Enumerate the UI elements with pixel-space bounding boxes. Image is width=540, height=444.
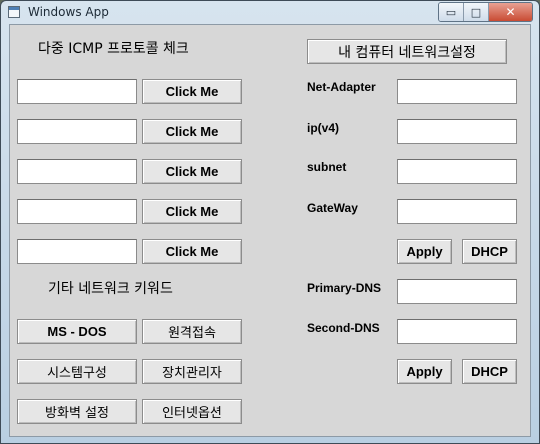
click-me-button-2[interactable]: Click Me	[142, 119, 242, 144]
icmp-target-input-3[interactable]	[17, 159, 137, 184]
ms-dos-button[interactable]: MS - DOS	[17, 319, 137, 344]
gateway-label: GateWay	[307, 201, 358, 215]
apply-button[interactable]: Apply	[397, 239, 452, 264]
title-bar[interactable]: Windows App ▭ □ ✕	[1, 1, 539, 24]
click-me-button-3[interactable]: Click Me	[142, 159, 242, 184]
internet-options-button[interactable]: 인터넷옵션	[142, 399, 242, 424]
icmp-target-input-4[interactable]	[17, 199, 137, 224]
system-config-button[interactable]: 시스템구성	[17, 359, 137, 384]
dhcp-button[interactable]: DHCP	[462, 239, 517, 264]
dns-apply-button[interactable]: Apply	[397, 359, 452, 384]
click-me-button-4[interactable]: Click Me	[142, 199, 242, 224]
remote-access-button[interactable]: 원격접속	[142, 319, 242, 344]
icmp-target-input-1[interactable]	[17, 79, 137, 104]
maximize-button[interactable]: □	[464, 3, 489, 21]
caption-buttons: ▭ □ ✕	[438, 2, 533, 22]
primary-dns-label: Primary-DNS	[307, 281, 382, 295]
icmp-heading: 다중 ICMP 프로토콜 체크	[38, 41, 189, 57]
net-adapter-label: Net-Adapter	[307, 80, 376, 94]
app-window-icon	[8, 6, 20, 18]
close-icon: ✕	[505, 5, 516, 19]
maximize-icon: □	[470, 5, 482, 19]
subnet-input[interactable]	[397, 159, 517, 184]
keywords-heading: 기타 네트워크 키워드	[48, 281, 173, 297]
gateway-input[interactable]	[397, 199, 517, 224]
dns-dhcp-button[interactable]: DHCP	[462, 359, 517, 384]
client-area: 다중 ICMP 프로토콜 체크 Click Me Click Me Click …	[9, 24, 531, 437]
primary-dns-input[interactable]	[397, 279, 517, 304]
net-adapter-input[interactable]	[397, 79, 517, 104]
ipv4-label: ip(v4)	[307, 121, 340, 135]
second-dns-label: Second-DNS	[307, 321, 380, 335]
click-me-button-1[interactable]: Click Me	[142, 79, 242, 104]
icmp-target-input-5[interactable]	[17, 239, 137, 264]
app-window: Windows App ▭ □ ✕ 다중 ICMP 프로토콜 체크 Click …	[0, 0, 540, 444]
ipv4-input[interactable]	[397, 119, 517, 144]
second-dns-input[interactable]	[397, 319, 517, 344]
subnet-label: subnet	[307, 160, 347, 174]
device-manager-button[interactable]: 장치관리자	[142, 359, 242, 384]
minimize-button[interactable]: ▭	[439, 3, 464, 21]
network-settings-button[interactable]: 내 컴퓨터 네트워크설정	[307, 39, 507, 64]
close-button[interactable]: ✕	[489, 3, 532, 21]
window-title: Windows App	[28, 5, 109, 19]
firewall-settings-button[interactable]: 방화벽 설정	[17, 399, 137, 424]
icmp-target-input-2[interactable]	[17, 119, 137, 144]
minimize-icon: ▭	[445, 5, 457, 19]
click-me-button-5[interactable]: Click Me	[142, 239, 242, 264]
